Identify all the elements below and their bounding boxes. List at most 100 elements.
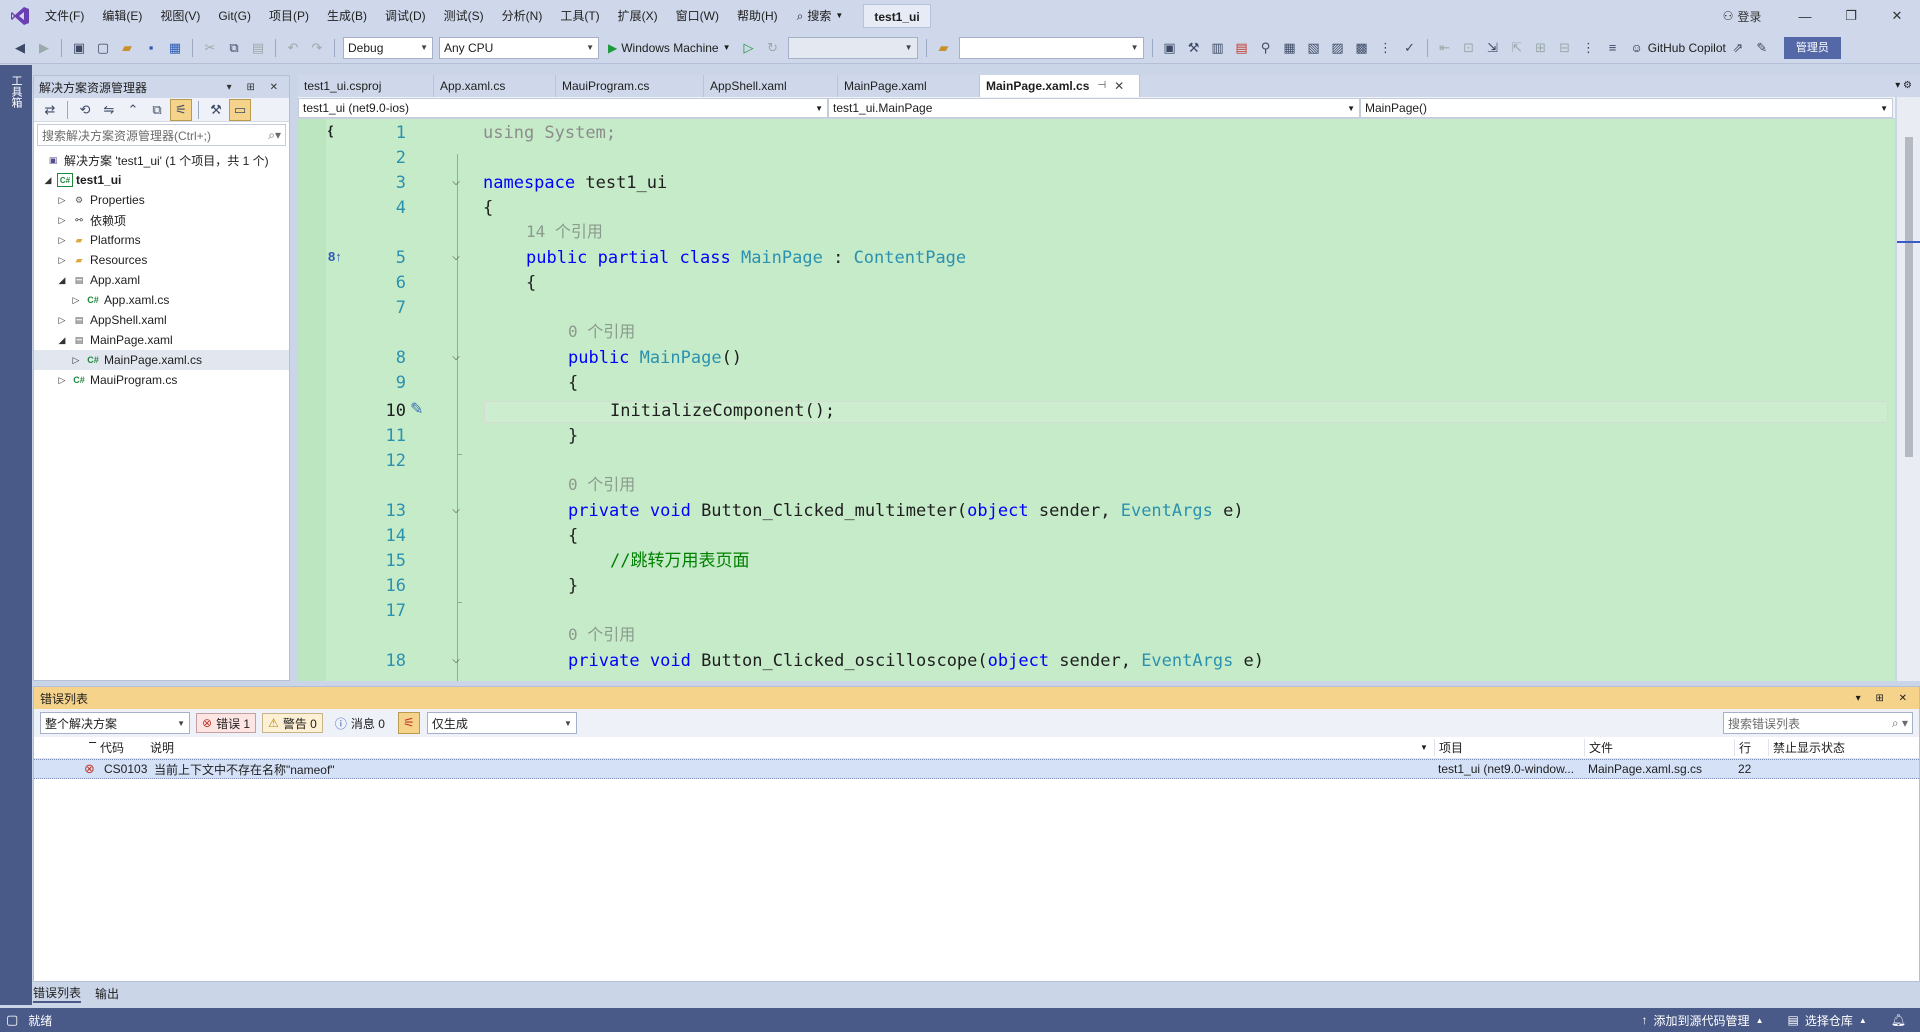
github-copilot-button[interactable]: ☺ GitHub Copilot bbox=[1631, 41, 1726, 55]
column-suppress[interactable]: 禁止显示状态 bbox=[1768, 739, 1888, 756]
spellcheck-icon[interactable]: ✓ bbox=[1399, 37, 1421, 59]
column-line[interactable]: 行 bbox=[1734, 739, 1768, 756]
tree-item-platforms[interactable]: ▷ ▰ Platforms bbox=[34, 230, 289, 250]
expanded-arrow-icon[interactable]: ◢ bbox=[56, 335, 68, 346]
cut-icon[interactable]: ✂ bbox=[199, 37, 221, 59]
expanded-arrow-icon[interactable]: ◢ bbox=[42, 175, 54, 186]
build-filter-select[interactable]: 仅生成 ▼ bbox=[426, 712, 577, 734]
codelens-references[interactable]: 14 个引用 bbox=[526, 219, 603, 244]
menu-analyze[interactable]: 分析(N) bbox=[493, 0, 552, 32]
tool-icon-9[interactable]: ⇤ bbox=[1434, 37, 1456, 59]
codelens-references[interactable]: 0 个引用 bbox=[568, 472, 635, 497]
tab-app-xaml-cs[interactable]: App.xaml.cs bbox=[434, 75, 556, 97]
project-context-select[interactable]: test1_ui (net9.0-ios) ▼ bbox=[298, 98, 828, 118]
visual-studio-logo-icon[interactable] bbox=[4, 0, 36, 32]
tool-icon-2[interactable]: ▥ bbox=[1207, 37, 1229, 59]
notifications-bell-icon[interactable]: 🔔︎ bbox=[1891, 1013, 1906, 1027]
menu-help[interactable]: 帮助(H) bbox=[728, 0, 787, 32]
tab-overflow-icon[interactable]: ▾ ⚙ bbox=[1887, 75, 1920, 97]
menu-project[interactable]: 项目(P) bbox=[260, 0, 318, 32]
tool-icon-10[interactable]: ⊡ bbox=[1458, 37, 1480, 59]
tree-item-solution[interactable]: ▣ 解决方案 'test1_ui' (1 个项目，共 1 个) bbox=[34, 150, 289, 170]
tool-icon-3[interactable]: ⚲ bbox=[1255, 37, 1277, 59]
properties-wrench-icon[interactable]: ⚒ bbox=[205, 99, 227, 121]
collapsed-arrow-icon[interactable]: ▷ bbox=[56, 315, 68, 326]
collapsed-arrow-icon[interactable]: ▷ bbox=[70, 355, 82, 366]
menu-window[interactable]: 窗口(W) bbox=[667, 0, 728, 32]
paste-icon[interactable]: ▤ bbox=[247, 37, 269, 59]
open-folder-icon[interactable]: ▰ bbox=[116, 37, 138, 59]
scope-select[interactable]: 整个解决方案 ▼ bbox=[40, 712, 190, 734]
tree-item-mauiprogram-cs[interactable]: ▷ C# MauiProgram.cs bbox=[34, 370, 289, 390]
hot-reload-icon[interactable]: ↻ bbox=[762, 37, 784, 59]
tool-icon-7[interactable]: ▩ bbox=[1351, 37, 1373, 59]
tab-mauiprogram[interactable]: MauiProgram.cs bbox=[556, 75, 704, 97]
menu-build[interactable]: 生成(B) bbox=[318, 0, 376, 32]
undo-icon[interactable]: ↶ bbox=[282, 37, 304, 59]
tool-icon-16[interactable]: ≡ bbox=[1602, 37, 1624, 59]
collapsed-arrow-icon[interactable]: ▷ bbox=[70, 295, 82, 306]
switch-views-icon[interactable]: ⇋ bbox=[98, 99, 120, 121]
feedback-icon[interactable]: ✎ bbox=[1751, 37, 1773, 59]
warnings-filter-toggle[interactable]: ⚠ 警告 0 bbox=[262, 713, 323, 733]
platform-select[interactable]: Any CPU ▼ bbox=[439, 36, 599, 59]
errors-filter-toggle[interactable]: ⊗ 错误 1 bbox=[196, 713, 257, 733]
menu-tools[interactable]: 工具(T) bbox=[551, 0, 608, 32]
pin-icon[interactable]: ⊣ bbox=[1097, 75, 1106, 97]
collapse-icon[interactable]: ⌵ bbox=[450, 352, 462, 364]
menu-file[interactable]: 文件(F) bbox=[36, 0, 93, 32]
select-repository-button[interactable]: ▤ 选择仓库 ▲ bbox=[1787, 1012, 1866, 1029]
scrollbar-thumb[interactable] bbox=[1905, 137, 1913, 457]
admin-badge[interactable]: 管理员 bbox=[1783, 36, 1841, 59]
menu-edit[interactable]: 编辑(E) bbox=[93, 0, 151, 32]
tab-csproj[interactable]: test1_ui.csproj bbox=[298, 75, 434, 97]
minimize-button[interactable]: — bbox=[1782, 9, 1828, 24]
collapse-all-icon[interactable]: ⌃ bbox=[122, 99, 144, 121]
collapse-icon[interactable]: ⌵ bbox=[450, 177, 462, 189]
close-tab-icon[interactable]: ✕ bbox=[1114, 75, 1124, 97]
wrench-icon[interactable]: ⚒ bbox=[1183, 37, 1205, 59]
copy-icon[interactable]: ⧉ bbox=[223, 37, 245, 59]
tool-icon-5[interactable]: ▧ bbox=[1303, 37, 1325, 59]
tree-item-project[interactable]: ◢ C# test1_ui bbox=[34, 170, 289, 190]
menu-test[interactable]: 测试(S) bbox=[435, 0, 493, 32]
tree-item-mainpage-xaml-cs[interactable]: ▷ C# MainPage.xaml.cs bbox=[34, 350, 289, 370]
restore-button[interactable]: ❐ bbox=[1828, 8, 1874, 24]
tab-error-list[interactable]: 错误列表 bbox=[33, 984, 82, 1003]
tree-item-resources[interactable]: ▷ ▰ Resources bbox=[34, 250, 289, 270]
config-select[interactable]: Debug ▼ bbox=[343, 36, 433, 59]
expanded-arrow-icon[interactable]: ◢ bbox=[56, 275, 68, 286]
close-window-button[interactable]: ✕ bbox=[1874, 8, 1920, 24]
column-project[interactable]: 项目 bbox=[1434, 739, 1584, 756]
history-icon[interactable]: ⟲ bbox=[74, 99, 96, 121]
find-combo[interactable]: ▼ bbox=[958, 36, 1144, 59]
collapsed-arrow-icon[interactable]: ▷ bbox=[56, 195, 68, 206]
toolbox-strip[interactable]: 工具箱 bbox=[0, 65, 32, 1005]
tree-item-app-xaml-cs[interactable]: ▷ C# App.xaml.cs bbox=[34, 290, 289, 310]
code-editor[interactable]: { 8↑ ✎ 1 using System; 2 3 ⌵ namespace t… bbox=[298, 119, 1895, 681]
tab-output[interactable]: 输出 bbox=[95, 985, 119, 1002]
tool-icon-8[interactable]: ⋮ bbox=[1375, 37, 1397, 59]
collapsed-arrow-icon[interactable]: ▷ bbox=[56, 255, 68, 266]
back-icon[interactable]: ◀ bbox=[9, 37, 31, 59]
collapse-icon[interactable]: ⌵ bbox=[450, 252, 462, 264]
tool-icon-13[interactable]: ⊞ bbox=[1530, 37, 1552, 59]
codelens-references[interactable]: 0 个引用 bbox=[568, 622, 635, 647]
start-without-debug-icon[interactable]: ▷ bbox=[738, 37, 760, 59]
sync-icon[interactable]: ⇄ bbox=[39, 99, 61, 121]
menu-view[interactable]: 视图(V) bbox=[151, 0, 209, 32]
collapsed-arrow-icon[interactable]: ▷ bbox=[56, 375, 68, 386]
error-search-input[interactable]: 搜索错误列表 ⌕ ▾ bbox=[1723, 712, 1913, 734]
add-to-source-control-button[interactable]: ↑ 添加到源代码管理 ▲ bbox=[1642, 1012, 1764, 1029]
column-code[interactable]: 代码 bbox=[100, 739, 150, 756]
tool-icon-6[interactable]: ▨ bbox=[1327, 37, 1349, 59]
redo-icon[interactable]: ↷ bbox=[306, 37, 328, 59]
tab-mainpage-xaml[interactable]: MainPage.xaml bbox=[838, 75, 980, 97]
tool-icon-1[interactable]: ▣ bbox=[1159, 37, 1181, 59]
panel-controls[interactable]: ▾ ⊞ ✕ bbox=[1856, 693, 1913, 704]
filter-icon[interactable]: ⚟ bbox=[170, 98, 192, 121]
member-select[interactable]: MainPage() ▼ bbox=[1360, 98, 1893, 118]
editor-vertical-scrollbar[interactable] bbox=[1897, 97, 1920, 681]
codelens-references[interactable]: 0 个引用 bbox=[568, 319, 635, 344]
column-desc[interactable]: 说明 bbox=[150, 739, 1420, 756]
